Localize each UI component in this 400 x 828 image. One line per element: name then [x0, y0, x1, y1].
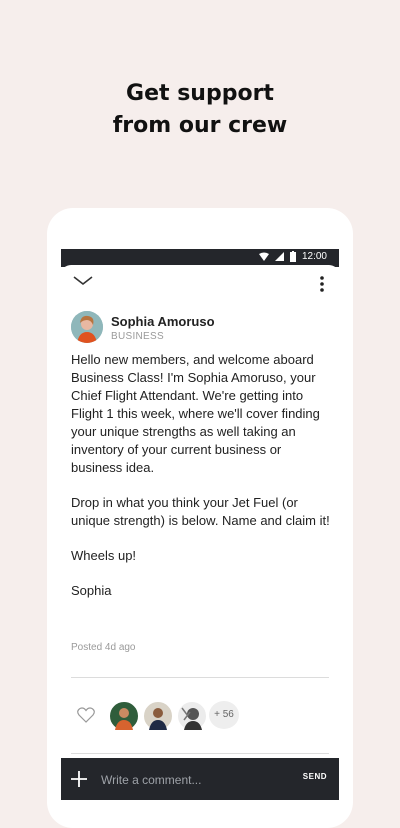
battery-icon [289, 251, 296, 262]
post-sheet: Sophia Amoruso BUSINESS Hello new member… [61, 265, 339, 800]
more-vertical-icon[interactable] [319, 275, 325, 293]
divider [71, 753, 329, 754]
send-button[interactable]: SEND [303, 772, 327, 781]
post-paragraph: Sophia [71, 583, 112, 598]
post-paragraph: Hello new members, and welcome aboard Bu… [71, 352, 320, 475]
post-body: Hello new members, and welcome aboard Bu… [71, 351, 333, 617]
comment-input[interactable] [99, 769, 293, 791]
chevron-down-icon[interactable] [73, 275, 93, 287]
post-paragraph: Wheels up! [71, 548, 137, 563]
liker-avatar[interactable] [143, 701, 173, 731]
author-row[interactable]: Sophia Amoruso BUSINESS [71, 311, 331, 351]
post-paragraph: Drop in what you think your Jet Fuel (or… [71, 495, 330, 528]
divider [71, 677, 329, 678]
author-name[interactable]: Sophia Amoruso [111, 314, 215, 329]
likes-row: + 56 [71, 701, 329, 731]
status-time: 12:00 [301, 251, 327, 262]
headline: Get support from our crew [0, 78, 400, 142]
liker-avatar[interactable] [177, 701, 207, 731]
posted-timestamp: Posted 4d ago [71, 642, 136, 653]
comment-bar: SEND [61, 758, 339, 800]
more-likers-count[interactable]: + 56 [209, 701, 239, 729]
avatar-image [71, 311, 103, 343]
signal-icon [274, 252, 284, 261]
headline-line-2: from our crew [112, 113, 288, 138]
phone-screen: 12:00 Sophia Amoruso BUSINESS Hello new … [61, 249, 339, 800]
plus-icon[interactable] [69, 769, 89, 789]
wifi-icon [258, 252, 269, 261]
avatar[interactable] [71, 311, 103, 343]
heart-icon[interactable] [77, 707, 95, 723]
author-role: BUSINESS [111, 331, 164, 342]
liker-avatar[interactable] [109, 701, 139, 731]
headline-line-1: Get support [126, 81, 274, 106]
